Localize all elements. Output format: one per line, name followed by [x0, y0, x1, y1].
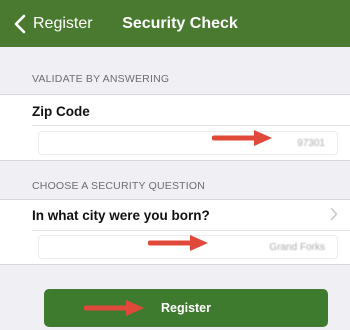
- page-title: Security Check: [122, 14, 238, 32]
- security-question-selector[interactable]: In what city were you born?: [32, 208, 210, 223]
- divider: [32, 125, 350, 126]
- navigation-bar: Register Security Check: [0, 0, 350, 47]
- zip-code-label: Zip Code: [32, 104, 90, 119]
- security-answer-value: Grand Forks: [269, 242, 325, 253]
- red-arrow-icon: [212, 130, 272, 146]
- zip-code-input[interactable]: 97301: [38, 131, 338, 155]
- validate-group: Zip Code 97301: [0, 94, 350, 161]
- chevron-right-icon[interactable]: [330, 207, 340, 223]
- red-arrow-icon: [84, 300, 144, 316]
- security-question-group: In what city were you born? Grand Forks: [0, 199, 350, 265]
- section-header-security-question: CHOOSE A SECURITY QUESTION: [32, 180, 206, 192]
- divider: [32, 230, 350, 231]
- zip-code-value: 97301: [297, 138, 325, 149]
- red-arrow-icon: [148, 235, 208, 251]
- section-header-validate: VALIDATE BY ANSWERING: [32, 73, 170, 85]
- security-check-screen: Register Security Check VALIDATE BY ANSW…: [0, 0, 350, 330]
